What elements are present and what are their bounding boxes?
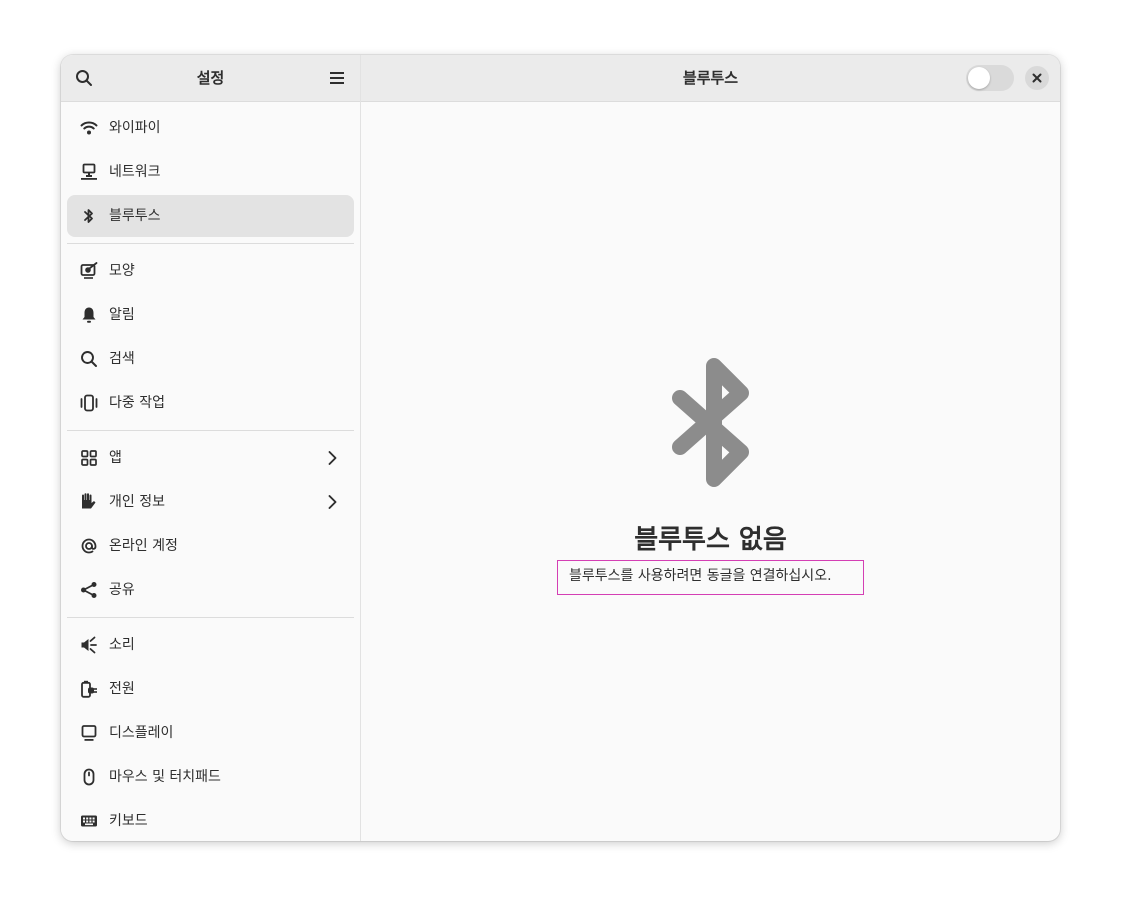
wifi-icon: [80, 119, 98, 137]
main-header: 블루투스: [361, 55, 1060, 102]
sidebar-item-label: 디스플레이: [109, 725, 174, 741]
sidebar: 설정 와이파이 네트워크 블루투스 모양 알림 검색 다중 작업 앱 개인 정보…: [61, 55, 361, 841]
sidebar-item-label: 마우스 및 터치패드: [109, 769, 221, 785]
power-icon: [80, 680, 98, 698]
sidebar-item-search[interactable]: 검색: [67, 338, 354, 380]
empty-state-title: 블루투스 없음: [634, 525, 787, 555]
sidebar-item-online-accounts[interactable]: 온라인 계정: [67, 525, 354, 567]
sidebar-item-label: 알림: [109, 307, 135, 323]
main-menu-button[interactable]: [323, 64, 351, 92]
bluetooth-icon: [672, 358, 749, 487]
search-icon: [80, 350, 98, 368]
empty-state-description: 블루투스를 사용하려면 동글을 연결하십시오.: [557, 560, 864, 595]
keyboard-icon: [80, 812, 98, 830]
sidebar-item-label: 전원: [109, 681, 135, 697]
sidebar-item-label: 블루투스: [109, 208, 161, 224]
chevron-right-icon: [328, 451, 337, 465]
sidebar-item-notifications[interactable]: 알림: [67, 294, 354, 336]
at-sign-icon: [80, 537, 98, 555]
bell-icon: [80, 306, 98, 324]
privacy-hand-icon: [80, 493, 98, 511]
sidebar-item-appearance[interactable]: 모양: [67, 250, 354, 292]
close-icon: [1032, 73, 1042, 83]
sidebar-item-bluetooth[interactable]: 블루투스: [67, 195, 354, 237]
sidebar-item-multitasking[interactable]: 다중 작업: [67, 382, 354, 424]
sidebar-separator: [67, 617, 354, 618]
settings-window: 설정 와이파이 네트워크 블루투스 모양 알림 검색 다중 작업 앱 개인 정보…: [61, 55, 1060, 841]
bluetooth-icon: [80, 207, 98, 225]
sidebar-item-label: 다중 작업: [109, 395, 165, 411]
chevron-right-icon: [328, 495, 337, 509]
network-icon: [80, 163, 98, 181]
close-button[interactable]: [1025, 66, 1049, 90]
sidebar-item-label: 온라인 계정: [109, 538, 178, 554]
sidebar-item-label: 소리: [109, 637, 135, 653]
sidebar-separator: [67, 430, 354, 431]
speaker-icon: [80, 636, 98, 654]
display-icon: [80, 724, 98, 742]
sidebar-item-apps[interactable]: 앱: [67, 437, 354, 479]
sidebar-separator: [67, 243, 354, 244]
sidebar-item-label: 모양: [109, 263, 135, 279]
bluetooth-toggle[interactable]: [966, 65, 1014, 91]
sidebar-item-display[interactable]: 디스플레이: [67, 712, 354, 754]
sidebar-item-label: 개인 정보: [109, 494, 165, 510]
sidebar-item-label: 검색: [109, 351, 135, 367]
toggle-knob: [968, 67, 990, 89]
multitasking-icon: [80, 394, 98, 412]
mouse-icon: [80, 768, 98, 786]
sidebar-item-label: 키보드: [109, 813, 148, 829]
sidebar-item-privacy[interactable]: 개인 정보: [67, 481, 354, 523]
sidebar-item-sound[interactable]: 소리: [67, 624, 354, 666]
sidebar-item-wifi[interactable]: 와이파이: [67, 107, 354, 149]
sidebar-item-power[interactable]: 전원: [67, 668, 354, 710]
sidebar-item-label: 공유: [109, 582, 135, 598]
appearance-icon: [80, 262, 98, 280]
sidebar-item-sharing[interactable]: 공유: [67, 569, 354, 611]
hamburger-menu-icon: [330, 72, 344, 84]
sidebar-item-network[interactable]: 네트워크: [67, 151, 354, 193]
sidebar-item-label: 네트워크: [109, 164, 161, 180]
sidebar-item-mouse-touchpad[interactable]: 마우스 및 터치패드: [67, 756, 354, 798]
apps-icon: [80, 449, 98, 467]
sidebar-list: 와이파이 네트워크 블루투스 모양 알림 검색 다중 작업 앱 개인 정보 온라…: [61, 107, 360, 841]
sidebar-item-label: 와이파이: [109, 120, 161, 136]
sidebar-item-keyboard[interactable]: 키보드: [67, 800, 354, 841]
share-icon: [80, 581, 98, 599]
sidebar-item-label: 앱: [109, 450, 122, 466]
sidebar-title: 설정: [196, 69, 225, 87]
sidebar-header: 설정: [61, 55, 360, 102]
page-title: 블루투스: [682, 69, 739, 87]
